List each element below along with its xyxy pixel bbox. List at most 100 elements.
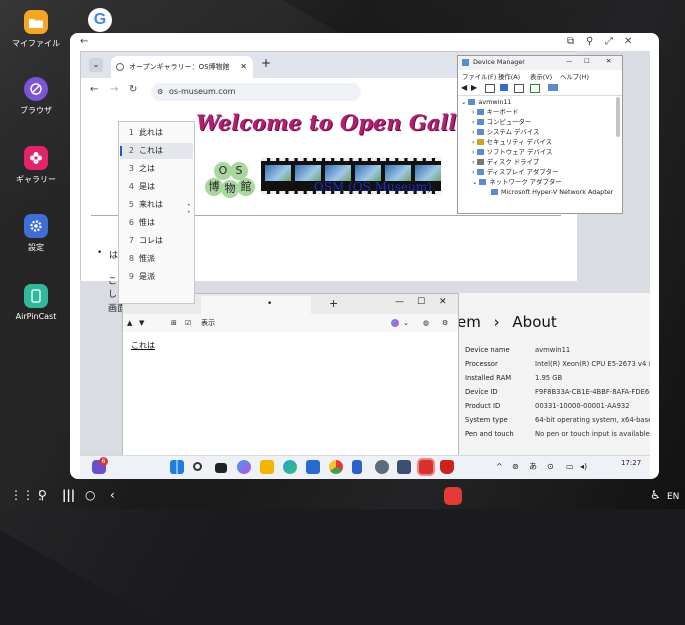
volume-icon[interactable]: ◂) (580, 462, 587, 472)
dock-app-settings[interactable]: 設定 (6, 214, 66, 253)
note-icon[interactable]: ☑ (185, 314, 191, 332)
task-view-icon[interactable] (215, 463, 227, 473)
forward-icon[interactable]: → (110, 84, 118, 95)
reload-icon[interactable]: ↻ (129, 84, 137, 95)
tree-node[interactable]: › セキュリティ デバイス (472, 137, 552, 147)
browser-tab[interactable]: オープンギャラリー：OS博物館 ✕ (111, 56, 253, 78)
search-icon[interactable] (193, 462, 202, 471)
ime-settings-icon[interactable]: ⊙ (547, 462, 554, 472)
notepad-icon[interactable] (352, 460, 362, 474)
maximize-icon[interactable]: ☐ (584, 57, 590, 65)
maximize-icon[interactable]: ☐ (417, 297, 425, 307)
tree-node[interactable]: › コンピューター (472, 117, 531, 127)
back-icon[interactable]: ‹ (110, 488, 115, 502)
candidate[interactable]: 1 此れは (120, 125, 193, 141)
google-icon[interactable]: G (88, 8, 112, 32)
help-icon[interactable] (500, 84, 508, 91)
dock-app-gallery[interactable]: ギャラリー (6, 146, 66, 185)
candidate[interactable]: 7 コレは (120, 233, 193, 249)
spec-row: Installed RAM 1.95 GB (465, 374, 563, 382)
device-manager-taskbar-icon[interactable] (397, 460, 411, 474)
candidate[interactable]: 5 来れは (120, 197, 193, 213)
dock-app-myfiles[interactable]: マイファイル (6, 10, 66, 49)
menu-file[interactable]: ファイル(F) (462, 72, 496, 81)
tray-chevron-icon[interactable]: ^ (496, 462, 503, 472)
chrome-icon[interactable] (329, 460, 343, 474)
close-icon[interactable]: ✕ (439, 297, 447, 307)
file-explorer-icon[interactable] (260, 460, 274, 474)
arrow-down-icon[interactable]: ▼ (139, 314, 144, 332)
candidate[interactable]: 3 之は (120, 161, 193, 177)
menu-view[interactable]: 表示(V) (530, 72, 552, 81)
new-tab-button[interactable]: + (261, 56, 271, 70)
tree-node[interactable]: › キーボード (472, 107, 519, 117)
recents-icon[interactable]: ||| (62, 488, 75, 502)
tree-node[interactable]: › ソフトウェア デバイス (472, 147, 552, 157)
tree-leaf[interactable]: Microsoft Hyper-V Network Adapter (491, 187, 613, 197)
scrollbar[interactable] (616, 97, 620, 137)
copilot-icon[interactable] (237, 460, 251, 474)
fullscreen-icon[interactable]: ⤢ (605, 36, 613, 48)
tree-node[interactable]: ⌄ ネットワーク アダプター (472, 177, 562, 187)
back-arrow-icon[interactable]: ← (80, 36, 88, 48)
candidate[interactable]: 6 惟は (120, 215, 193, 231)
tree-node[interactable]: › ディスプレイ アダプター (472, 167, 558, 177)
site-info-icon[interactable]: ⚙ (157, 83, 163, 101)
properties-icon[interactable] (485, 84, 495, 93)
copilot-icon[interactable] (391, 319, 399, 327)
network-icon[interactable]: ▭ (566, 462, 574, 472)
candidate-selected[interactable]: 2 これは (120, 143, 193, 159)
dock-app-airpincast[interactable]: AirPinCast (6, 284, 66, 321)
remote-app-icon[interactable] (419, 460, 433, 474)
home-icon[interactable]: ○ (85, 488, 95, 502)
minimize-icon[interactable]: — (395, 297, 404, 307)
scan-icon[interactable] (530, 84, 540, 93)
notepad-tab[interactable]: • (201, 296, 311, 314)
table-icon[interactable]: ⊞ (171, 314, 177, 332)
edge-icon[interactable] (283, 460, 297, 474)
tray-app-icon[interactable]: ⊚ (512, 462, 519, 472)
account-icon[interactable]: ◍ (423, 314, 429, 332)
breadcrumb-about: About (512, 313, 557, 331)
arrow-up-icon[interactable]: ▲ (127, 314, 132, 332)
chevron-down-icon[interactable]: ⌄ (89, 58, 103, 72)
menu-help[interactable]: ヘルプ(H) (560, 72, 589, 81)
settings-app-icon[interactable] (375, 460, 389, 474)
breadcrumb-system[interactable]: em (457, 313, 481, 331)
dock-label: ギャラリー (16, 175, 56, 184)
windows-taskbar: 6 ^ ⊚ あ ⊙ ▭ ◂) 17:27 (80, 455, 650, 479)
close-icon[interactable]: ✕ (606, 57, 611, 65)
forward-icon[interactable]: ▶ (471, 83, 477, 92)
accessibility-icon[interactable]: ♿ (650, 488, 661, 502)
store-icon[interactable] (306, 460, 320, 474)
minimize-icon[interactable]: — (566, 57, 572, 65)
candidate[interactable]: 4 是は (120, 179, 193, 195)
candidate[interactable]: 9 是派 (120, 269, 193, 285)
screen-capture-icon[interactable] (440, 460, 454, 474)
close-tab-icon[interactable]: ✕ (240, 56, 247, 78)
language-indicator[interactable]: EN (667, 490, 679, 504)
gear-icon[interactable]: ⚙ (442, 314, 448, 332)
ime-mode-indicator[interactable]: あ (529, 462, 537, 472)
back-icon[interactable]: ◀ (461, 83, 467, 92)
tree-root[interactable]: ⌄ avmwin11 (461, 97, 512, 107)
tree-node[interactable]: › ディスク ドライブ (472, 157, 539, 167)
close-icon[interactable]: ✕ (624, 36, 632, 48)
tree-node[interactable]: › システム デバイス (472, 127, 539, 137)
dock-app-browser[interactable]: ブラウザ (6, 77, 66, 116)
running-app-icon[interactable] (444, 487, 462, 505)
search-icon[interactable]: ⚲ (38, 488, 47, 502)
chevron-down-icon[interactable]: ⌄ (403, 314, 409, 332)
new-tab-button[interactable]: + (329, 297, 338, 310)
start-icon[interactable] (170, 460, 184, 474)
url-bar[interactable]: ⚙ os-museum.com (151, 83, 361, 101)
pin-icon[interactable]: ⚲ (586, 36, 593, 48)
menu-view[interactable]: 表示 (201, 314, 215, 332)
split-view-icon[interactable]: ⧉ (567, 36, 574, 48)
candidate[interactable]: 8 惟派 (120, 251, 193, 267)
clock-time[interactable]: 17:27 (621, 458, 641, 468)
monitor-icon[interactable] (548, 84, 558, 91)
menu-action[interactable]: 操作(A) (498, 72, 520, 81)
update-driver-icon[interactable] (514, 84, 524, 93)
back-icon[interactable]: ← (90, 84, 98, 95)
